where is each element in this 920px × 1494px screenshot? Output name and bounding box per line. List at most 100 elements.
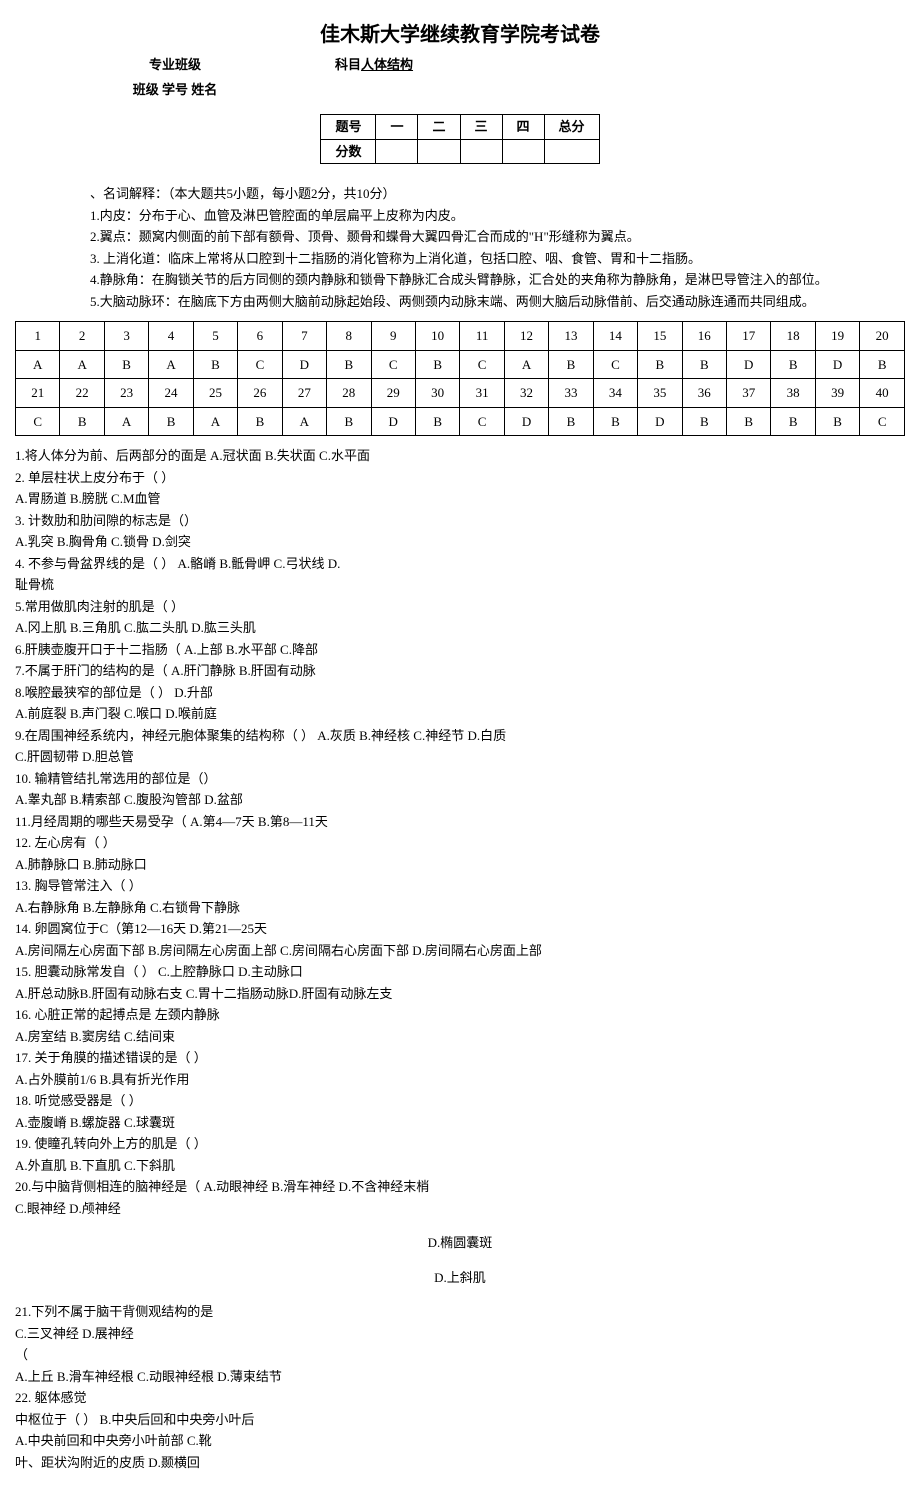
def-4: 4.静脉角：在胸锁关节的后方同侧的颈内静脉和锁骨下静脉汇合成头臂静脉，汇合处的夹… <box>90 270 885 290</box>
cell: 10 <box>415 322 459 351</box>
cell: B <box>149 407 193 436</box>
score-value-row: 分数 <box>321 139 599 164</box>
q5a: A.冈上肌 B.三角肌 C.肱二头肌 D.肱三头肌 <box>15 618 905 638</box>
cell: B <box>593 407 637 436</box>
cell: A <box>282 407 326 436</box>
cell: A <box>504 350 548 379</box>
cell: C <box>371 350 415 379</box>
q12: 12. 左心房有（ ） <box>15 833 905 853</box>
cell: B <box>682 350 726 379</box>
cell: 题号 <box>321 115 376 140</box>
q15: 15. 胆囊动脉常发自（ ） C.上腔静脉口 D.主动脉口 <box>15 962 905 982</box>
q18a: A.壶腹嵴 B.螺旋器 C.球囊斑 <box>15 1113 905 1133</box>
cell: 总分 <box>544 115 599 140</box>
cell: 9 <box>371 322 415 351</box>
cell: 39 <box>815 379 859 408</box>
cell: 37 <box>727 379 771 408</box>
cell: 34 <box>593 379 637 408</box>
q20d: D.椭圆囊斑 <box>15 1233 905 1253</box>
cell: 25 <box>193 379 237 408</box>
q22: 22. 躯体感觉 <box>15 1388 905 1408</box>
cell: B <box>549 350 593 379</box>
def-5: 5.大脑动脉环：在脑底下方由两侧大脑前动脉起始段、两侧颈内动脉末端、两侧大脑后动… <box>90 292 885 312</box>
q20e: D.上斜肌 <box>15 1268 905 1288</box>
cell: 28 <box>327 379 371 408</box>
cell: 11 <box>460 322 504 351</box>
q2a: A.胃肠道 B.膀胱 C.M血管 <box>15 489 905 509</box>
subject-label: 科目 <box>335 57 361 72</box>
q4: 4. 不参与骨盆界线的是（ ） A.骼嵴 B.骶骨岬 C.弓状线 D. <box>15 554 905 574</box>
cell: 36 <box>682 379 726 408</box>
cell: B <box>682 407 726 436</box>
cell: B <box>638 350 682 379</box>
q18: 18. 听觉感受器是（ ） <box>15 1091 905 1111</box>
cell: B <box>860 350 905 379</box>
cell: 1 <box>16 322 60 351</box>
q21: 21.下列不属于脑干背侧观结构的是 <box>15 1302 905 1322</box>
cell <box>418 139 460 164</box>
q3: 3. 计数肋和肋间隙的标志是（） <box>15 511 905 531</box>
cell: D <box>282 350 326 379</box>
cell: 6 <box>238 322 282 351</box>
cell: C <box>16 407 60 436</box>
cell: 33 <box>549 379 593 408</box>
q9b: C.肝圆韧带 D.胆总管 <box>15 747 905 767</box>
q19: 19. 使瞳孔转向外上方的肌是（ ） <box>15 1134 905 1154</box>
cell: C <box>460 350 504 379</box>
cell: 26 <box>238 379 282 408</box>
cell: B <box>815 407 859 436</box>
cell: A <box>60 350 104 379</box>
cell: A <box>104 407 148 436</box>
cell: B <box>549 407 593 436</box>
cell: 19 <box>815 322 859 351</box>
cell: B <box>104 350 148 379</box>
def-2: 2.翼点：颞窝内侧面的前下部有额骨、顶骨、颞骨和蝶骨大翼四骨汇合而成的"H"形缝… <box>90 227 885 247</box>
q5: 5.常用做肌肉注射的肌是（ ） <box>15 597 905 617</box>
cell: 17 <box>727 322 771 351</box>
cell: C <box>238 350 282 379</box>
cell: 16 <box>682 322 726 351</box>
q11: 11.月经周期的哪些天易受孕（ A.第4—7天 B.第8—11天 <box>15 812 905 832</box>
q20: 20.与中脑背侧相连的脑神经是（ A.动眼神经 B.滑车神经 D.不含神经末梢 <box>15 1177 905 1197</box>
q10: 10. 输精管结扎常选用的部位是（） <box>15 769 905 789</box>
cell <box>460 139 502 164</box>
cell: 2 <box>60 322 104 351</box>
header-row-1: 专业班级 科目人体结构 <box>15 55 905 75</box>
def-1: 1.内皮：分布于心、血管及淋巴管腔面的单层扁平上皮称为内皮。 <box>90 206 885 226</box>
cell: C <box>860 407 905 436</box>
cell: B <box>193 350 237 379</box>
cell: 24 <box>149 379 193 408</box>
def-3: 3. 上消化道：临床上常将从口腔到十二指肠的消化管称为上消化道，包括口腔、咽、食… <box>90 249 885 269</box>
cell: 13 <box>549 322 593 351</box>
cell: D <box>727 350 771 379</box>
cell <box>544 139 599 164</box>
cell: B <box>327 350 371 379</box>
q22a: 中枢位于（ ） B.中央后回和中央旁小叶后 <box>15 1410 905 1430</box>
subject-value: 人体结构 <box>361 57 413 72</box>
q7: 7.不属于肝门的结构的是（ A.肝门静脉 B.肝固有动脉 <box>15 661 905 681</box>
document-title: 佳木斯大学继续教育学院考试卷 <box>15 20 905 50</box>
cell: B <box>727 407 771 436</box>
cell: C <box>593 350 637 379</box>
cell: 20 <box>860 322 905 351</box>
q15a: A.肝总动脉B.肝固有动脉右支 C.胃十二指肠动脉D.肝固有动脉左支 <box>15 984 905 1004</box>
cell: D <box>371 407 415 436</box>
class-line: 班级 学号 姓名 <box>15 80 335 100</box>
q16a: A.房室结 B.窦房结 C.结间束 <box>15 1027 905 1047</box>
cell <box>502 139 544 164</box>
q19a: A.外直肌 B.下直肌 C.下斜肌 <box>15 1156 905 1176</box>
cell: 5 <box>193 322 237 351</box>
cell: 三 <box>460 115 502 140</box>
cell: 15 <box>638 322 682 351</box>
cell: 8 <box>327 322 371 351</box>
answer-table: 1234567891011121314151617181920 AABABCDB… <box>15 321 905 436</box>
questions-section: 1.将人体分为前、后两部分的面是 A.冠状面 B.失状面 C.水平面 2. 单层… <box>15 446 905 1472</box>
q4a: 耻骨梳 <box>15 575 905 595</box>
cell: B <box>415 407 459 436</box>
cell: B <box>327 407 371 436</box>
cell: 21 <box>16 379 60 408</box>
cell: 32 <box>504 379 548 408</box>
cell: D <box>504 407 548 436</box>
q9: 9.在周围神经系统内，神经元胞体聚集的结构称（ ） A.灰质 B.神经核 C.神… <box>15 726 905 746</box>
cell: B <box>415 350 459 379</box>
